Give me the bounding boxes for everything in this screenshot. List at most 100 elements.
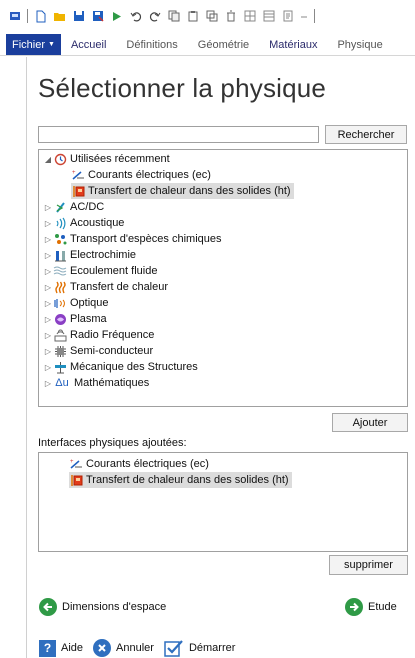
tree-node-mathematics[interactable]: ▷ Δu Mathématiques [43,375,149,391]
tree-node-radio-frequency[interactable]: ▷ Radio Fréquence [43,327,154,343]
open-folder-icon[interactable] [53,10,66,23]
tab-file-label: Fichier [12,38,46,51]
tree-node-label: Optique [70,297,109,309]
tree-node-recent[interactable]: ◢ Utilisées récemment [43,151,170,167]
new-file-icon[interactable] [34,10,47,23]
tree-node-structural-mechanics[interactable]: ▷ Mécanique des Structures [43,359,198,375]
plasma-icon [53,312,67,326]
expand-arrow-icon[interactable]: ▷ [43,379,53,388]
tree-node-fluid-flow[interactable]: ▷ Ecoulement fluide [43,263,158,279]
copy-icon[interactable] [167,10,180,23]
undo-icon[interactable] [129,10,142,23]
back-nav-button[interactable]: Dimensions d'espace [39,598,166,616]
tree-node-label: Electrochimie [70,249,137,261]
expand-arrow-icon[interactable]: ▷ [43,315,53,324]
expand-arrow-icon[interactable]: ▷ [43,235,53,244]
tree-node-label: Transfert de chaleur dans des solides (h… [88,185,291,197]
expand-arrow-icon[interactable]: ▷ [43,267,53,276]
tree-node-label: Acoustique [70,217,125,229]
tree-node-label: Courants électriques (ec) [88,169,211,181]
page-title: Sélectionner la physique [38,73,327,103]
tree-node-acdc[interactable]: ▷ AC/DC [43,199,104,215]
tree-node-plasma[interactable]: ▷ Plasma [43,311,107,327]
tab-definitions[interactable]: Définitions [116,34,187,55]
list-item-label: Transfert de chaleur dans des solides (h… [86,474,289,486]
duplicate-icon[interactable] [205,10,218,23]
electric-currents-icon: + [69,457,83,471]
heat-transfer-solids-icon [69,473,83,487]
save-icon[interactable] [72,10,85,23]
report-icon[interactable] [281,10,294,23]
tree-node-label: Plasma [70,313,107,325]
save-as-icon[interactable] [91,10,104,23]
tree-node-label: AC/DC [70,201,105,213]
tree-node-optics[interactable]: ▷ Optique [43,295,109,311]
expand-arrow-icon[interactable]: ▷ [43,363,53,372]
select-physics-panel: Sélectionner la physique Rechercher ◢ Ut… [26,57,415,658]
expand-arrow-icon[interactable]: ▷ [43,283,53,292]
search-button[interactable]: Rechercher [325,125,407,144]
chevron-down-icon: ▼ [48,41,55,48]
ribbon-tab-bar: Fichier ▼ Accueil Définitions Géométrie … [0,32,415,56]
toolbar-separator [314,9,315,23]
svg-text:+: + [72,170,76,176]
redo-icon[interactable] [148,10,161,23]
app-icon[interactable] [8,10,21,23]
tab-file[interactable]: Fichier ▼ [6,34,61,55]
help-icon: ? [39,639,56,657]
expand-arrow-icon[interactable]: ▷ [43,331,53,340]
tab-physics[interactable]: Physique [327,34,392,55]
structural-mechanics-icon [53,360,67,374]
tree-node-chemical-transport[interactable]: ▷ Transport d'espèces chimiques [43,231,222,247]
tree-node-electric-currents[interactable]: + Courants électriques (ec) [71,167,211,183]
settings-grid-icon[interactable] [243,10,256,23]
paste-icon[interactable] [186,10,199,23]
list-item[interactable]: + Courants électriques (ec) [69,456,209,472]
tree-node-semiconductor[interactable]: ▷ Semi-conducteur [43,343,153,359]
dropdown-arrow-icon[interactable] [300,10,308,23]
add-button[interactable]: Ajouter [332,413,408,432]
tree-node-heat-transfer[interactable]: ▷ Transfert de chaleur [43,279,168,295]
semiconductor-icon [53,344,67,358]
electric-currents-icon: + [71,168,85,182]
list-item-label: Courants électriques (ec) [86,458,209,470]
tree-node-heat-transfer-solids[interactable]: Transfert de chaleur dans des solides (h… [71,183,294,199]
remove-button[interactable]: supprimer [329,555,408,575]
expand-arrow-icon[interactable]: ▷ [43,219,53,228]
tree-node-acoustics[interactable]: ▷ Acoustique [43,215,125,231]
cancel-label: Annuler [116,642,154,654]
list-item[interactable]: Transfert de chaleur dans des solides (h… [69,472,292,488]
acoustics-icon [53,216,67,230]
mathematics-icon: Δu [55,377,69,389]
tree-node-label: Semi-conducteur [70,345,154,357]
run-icon[interactable] [110,10,123,23]
next-nav-button[interactable]: Etude [345,598,397,616]
tree-node-electrochemistry[interactable]: ▷ Electrochimie [43,247,136,263]
tab-home[interactable]: Accueil [61,34,116,55]
back-nav-label: Dimensions d'espace [62,601,167,613]
tab-geometry[interactable]: Géométrie [188,34,259,55]
delete-icon[interactable] [224,10,237,23]
tree-node-label: Radio Fréquence [70,329,155,341]
help-button[interactable]: ? Aide [39,639,83,657]
added-interfaces-list[interactable]: + Courants électriques (ec) Transfert de… [38,452,408,552]
tree-node-label: Transport d'espèces chimiques [70,233,222,245]
start-button[interactable]: Démarrer [164,639,235,657]
expand-arrow-icon[interactable]: ▷ [43,299,53,308]
tree-node-label: Mécanique des Structures [70,361,198,373]
physics-tree[interactable]: ◢ Utilisées récemment + Courants électri… [38,149,408,407]
collapse-arrow-icon[interactable]: ◢ [43,155,53,164]
expand-arrow-icon[interactable]: ▷ [43,251,53,260]
start-label: Démarrer [188,642,236,654]
expand-arrow-icon[interactable]: ▷ [43,347,53,356]
cancel-button[interactable]: Annuler [93,639,154,657]
acdc-icon [53,200,67,214]
heat-transfer-icon [53,280,67,294]
search-input[interactable] [38,126,319,143]
tab-materials[interactable]: Matériaux [259,34,327,55]
next-nav-label: Etude [368,601,397,613]
expand-arrow-icon[interactable]: ▷ [43,203,53,212]
added-interfaces-label: Interfaces physiques ajoutées: [38,437,187,449]
table-icon[interactable] [262,10,275,23]
arrow-left-icon [39,598,57,616]
